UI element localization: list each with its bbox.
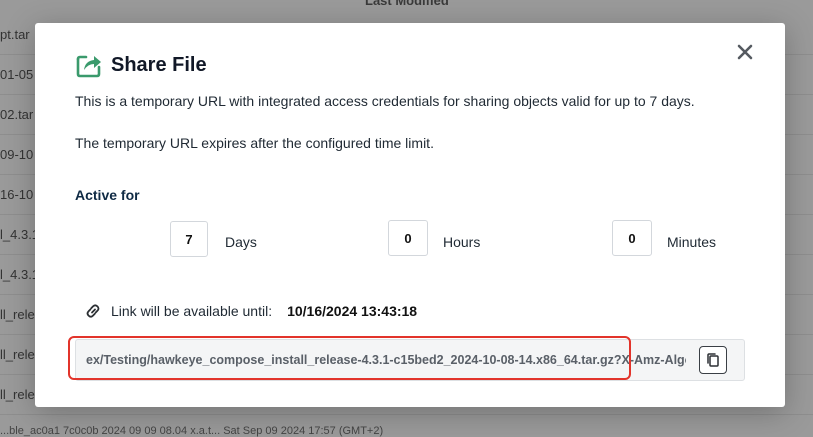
- row-filename: 02.tar: [0, 107, 34, 122]
- expiry-note: The temporary URL expires after the conf…: [75, 135, 434, 151]
- minutes-input[interactable]: 0: [612, 220, 652, 256]
- close-button[interactable]: [733, 40, 757, 64]
- row-filename: 09-10: [0, 147, 34, 162]
- share-url-text[interactable]: ex/Testing/hawkeye_compose_install_relea…: [86, 353, 686, 367]
- share-description: This is a temporary URL with integrated …: [75, 93, 695, 109]
- close-icon: [737, 44, 753, 60]
- copy-icon: [707, 353, 719, 367]
- share-url-field[interactable]: ex/Testing/hawkeye_compose_install_relea…: [75, 339, 745, 381]
- days-input[interactable]: 7: [170, 221, 208, 257]
- availability-datetime: 10/16/2024 13:43:18: [287, 303, 418, 319]
- row-filename: ll_rele: [0, 307, 35, 322]
- row-filename: 16-10: [0, 187, 34, 202]
- minutes-label: Minutes: [667, 234, 717, 250]
- share-icon: [76, 55, 101, 78]
- link-icon: [86, 304, 100, 318]
- days-label: Days: [225, 234, 257, 250]
- background-footer-row: ...ble_ac0a1 7c0c0b 2024 09 09 08.04 x.a…: [0, 425, 384, 437]
- dialog-title: Share File: [111, 53, 207, 76]
- share-file-dialog: Share File This is a temporary URL with …: [35, 23, 785, 407]
- row-filename: ll_rele: [0, 347, 35, 362]
- hours-input[interactable]: 0: [388, 220, 428, 256]
- row-filename: pt.tar: [0, 27, 30, 42]
- copy-url-button[interactable]: [699, 346, 727, 374]
- active-for-label: Active for: [75, 187, 140, 203]
- dialog-header: Share File: [75, 52, 207, 78]
- row-filename: 01-05: [0, 67, 34, 82]
- row-filename: l_4.3.1: [0, 267, 40, 282]
- row-filename: l_4.3.1: [0, 227, 40, 242]
- hours-label: Hours: [443, 234, 481, 250]
- availability-label: Link will be available until:: [111, 303, 273, 319]
- column-header-last-modified: Last Modified: [365, 0, 449, 8]
- row-filename: ll_rele: [0, 387, 35, 402]
- availability-row: Link will be available until: 10/16/2024…: [85, 303, 417, 319]
